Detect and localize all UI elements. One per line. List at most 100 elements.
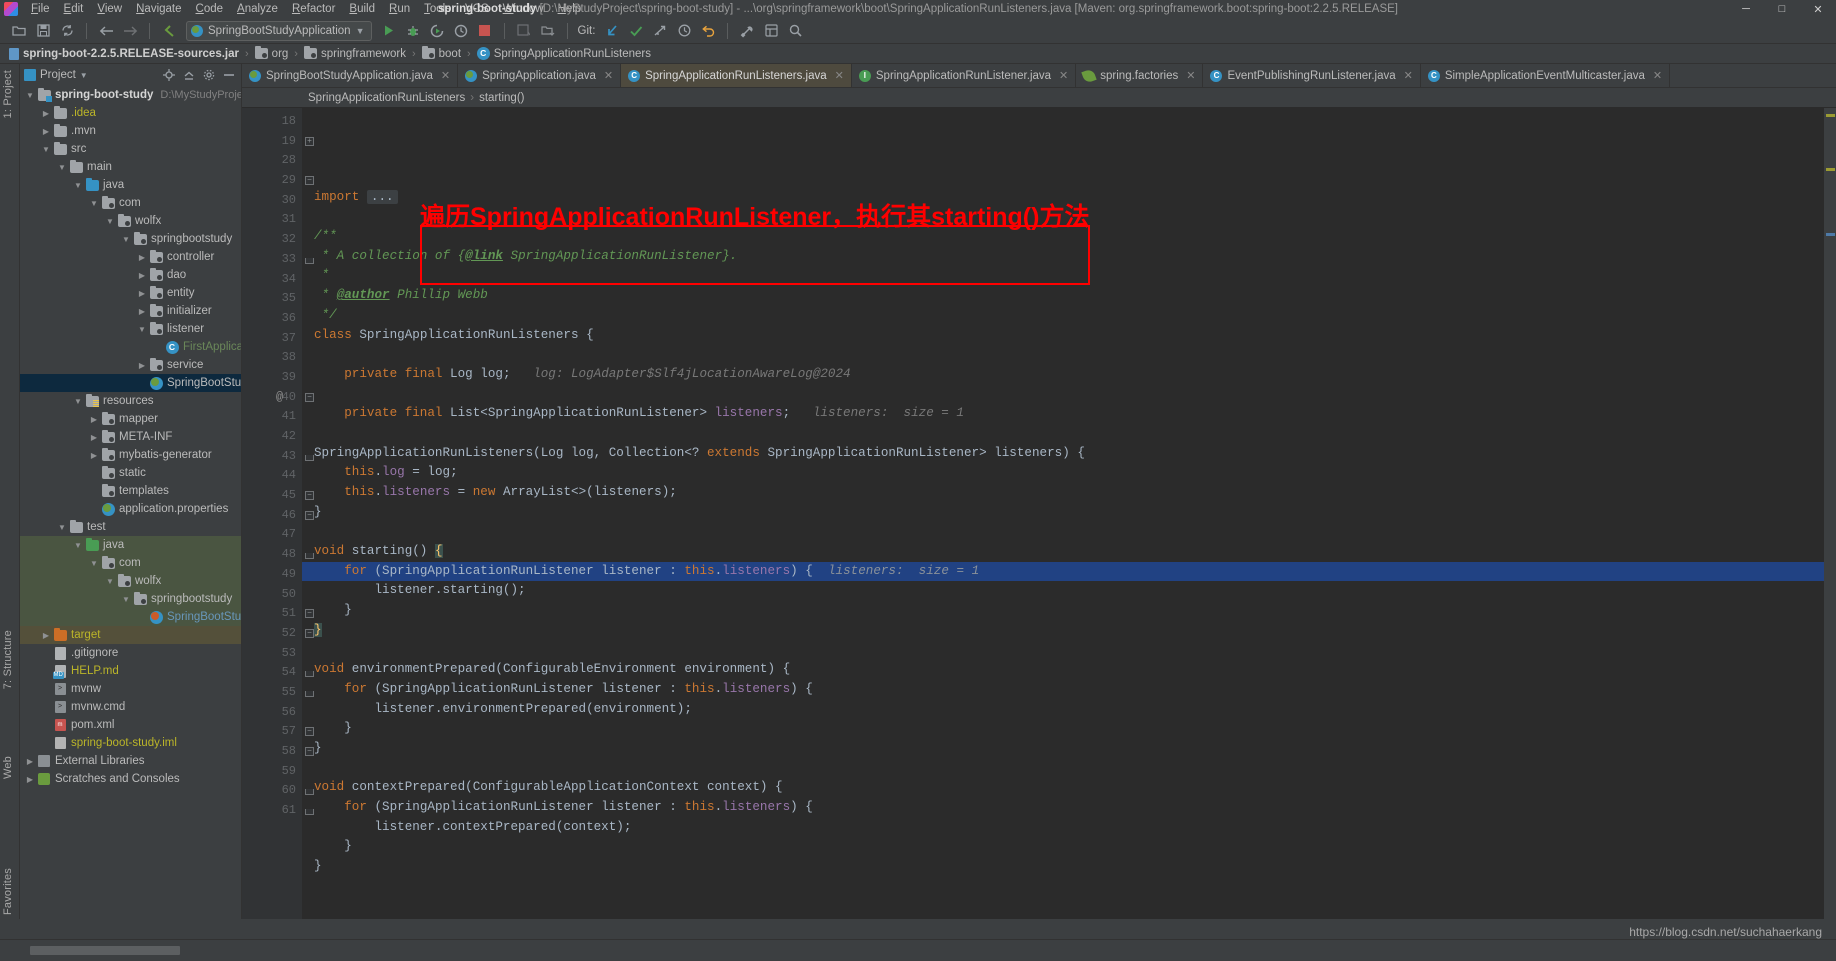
code-line[interactable]: this.log = log; [302, 463, 1824, 483]
tree-node-resources[interactable]: ▼ resources [20, 392, 241, 410]
menu-code[interactable]: Code [189, 2, 231, 16]
editor-breadcrumb[interactable]: SpringApplicationRunListeners › starting() [242, 88, 1836, 108]
project-structure-icon[interactable] [760, 20, 782, 42]
menu-build[interactable]: Build [342, 2, 382, 16]
code-editor[interactable]: 18 19 +28 29−30 31 32 33 34 35 36 37 38 39 @40−41 42 43… [242, 108, 1836, 919]
undo-icon[interactable] [158, 20, 180, 42]
locate-file-icon[interactable] [161, 67, 177, 83]
code-line[interactable]: } [302, 621, 1824, 641]
line-number[interactable]: 36 [242, 309, 302, 329]
tree-node-test[interactable]: ▼ test [20, 518, 241, 536]
close-icon[interactable]: ✕ [604, 69, 613, 82]
gear-icon[interactable] [201, 67, 217, 83]
line-number[interactable]: 18 [242, 112, 302, 132]
code-line[interactable]: void starting() { [302, 542, 1824, 562]
line-number[interactable]: 56 [242, 703, 302, 723]
tree-expand-arrow[interactable]: ▼ [72, 541, 84, 550]
breadcrumb-folder[interactable]: springframework [301, 46, 409, 61]
line-number[interactable]: 34 [242, 270, 302, 290]
editor-tab-eventpublishingrunlistener[interactable]: C EventPublishingRunListener.java ✕ [1203, 64, 1421, 87]
code-line[interactable]: listener.starting(); [302, 581, 1824, 601]
line-number[interactable]: 19 + [242, 132, 314, 152]
code-content[interactable]: 遍历SpringApplicationRunListener，执行其starti… [302, 108, 1824, 919]
line-number[interactable]: 43 [242, 447, 314, 467]
code-line[interactable]: } [302, 837, 1824, 857]
breadcrumb-class[interactable]: C SpringApplicationRunListeners [474, 46, 654, 61]
horizontal-scrollbar[interactable] [30, 946, 180, 955]
editor-tab-simpleapplicationeventmulticaster[interactable]: C SimpleApplicationEventMulticaster.java ✕ [1421, 64, 1671, 87]
menu-tools[interactable]: Tools [417, 2, 458, 16]
tree-expand-arrow[interactable]: ▼ [56, 163, 68, 172]
close-icon[interactable]: ✕ [441, 69, 450, 82]
menu-window[interactable]: Window [496, 2, 551, 16]
warning-marker[interactable] [1826, 168, 1835, 171]
tree-expand-arrow[interactable]: ▶ [40, 631, 52, 640]
tree-expand-arrow[interactable]: ▼ [88, 559, 100, 568]
breadcrumb-folder[interactable]: org [252, 46, 292, 61]
code-line[interactable]: } [302, 739, 1824, 759]
line-number[interactable]: 37 [242, 329, 302, 349]
tree-expand-arrow[interactable]: ▼ [72, 181, 84, 190]
tree-node-spring-boot-study[interactable]: ▼ spring-boot-study D:\MyStudyProject [20, 86, 241, 104]
code-line[interactable]: } [302, 503, 1824, 523]
caret-marker[interactable] [1826, 233, 1835, 236]
line-number[interactable]: 32 [242, 230, 302, 250]
tree-node-controller[interactable]: ▶ controller [20, 248, 241, 266]
tree-expand-arrow[interactable]: ▶ [88, 451, 100, 460]
tree-node-springbootstudy[interactable]: ▼ springbootstudy [20, 590, 241, 608]
error-stripe-markers[interactable] [1824, 108, 1836, 919]
back-arrow-icon[interactable] [95, 20, 117, 42]
chevron-down-icon[interactable]: ▼ [356, 26, 365, 36]
main-menu[interactable]: File Edit View Navigate Code Analyze Refactor B… [24, 2, 588, 16]
line-number[interactable]: 33 [242, 250, 314, 270]
sync-icon[interactable] [56, 20, 78, 42]
tree-expand-arrow[interactable]: ▶ [40, 127, 52, 136]
tree-expand-arrow[interactable]: ▼ [56, 523, 68, 532]
tree-expand-arrow[interactable]: ▼ [40, 145, 52, 154]
code-line[interactable]: } [302, 719, 1824, 739]
code-line[interactable]: private final Log log; log: LogAdapter$S… [302, 365, 1824, 385]
tree-node-mvnw[interactable]: > mvnw [20, 680, 241, 698]
code-line[interactable]: listener.contextPrepared(context); [302, 818, 1824, 838]
close-icon[interactable]: ✕ [1404, 69, 1413, 82]
vcs-push-icon[interactable] [649, 20, 671, 42]
tree-node-idea[interactable]: ▶ .idea [20, 104, 241, 122]
profile-button[interactable] [450, 20, 472, 42]
code-line[interactable]: for (SpringApplicationRunListener listen… [302, 680, 1824, 700]
code-line[interactable] [302, 522, 1824, 542]
save-all-icon[interactable] [32, 20, 54, 42]
line-number[interactable]: 30 [242, 191, 302, 211]
line-number[interactable]: 46− [242, 506, 314, 526]
run-configuration-selector[interactable]: SpringBootStudyApplication ▼ [186, 20, 372, 41]
editor-tab-springapplication[interactable]: SpringApplication.java ✕ [458, 64, 622, 87]
tree-node-mapper[interactable]: ▶ mapper [20, 410, 241, 428]
vcs-update-icon[interactable] [601, 20, 623, 42]
tree-expand-arrow[interactable]: ▼ [104, 217, 116, 226]
minimize-button[interactable]: ─ [1728, 0, 1764, 18]
line-number[interactable]: 28 [242, 151, 302, 171]
project-title-group[interactable]: Project ▼ [24, 69, 88, 81]
tree-node-help-md[interactable]: HELP.md [20, 662, 241, 680]
run-button[interactable] [378, 20, 400, 42]
line-number[interactable]: 51− [242, 604, 314, 624]
maximize-button[interactable]: □ [1764, 0, 1800, 18]
code-line[interactable] [302, 641, 1824, 661]
line-number[interactable]: 38 [242, 348, 302, 368]
line-number[interactable]: 52− [242, 624, 314, 644]
line-number[interactable]: 31 [242, 210, 302, 230]
open-folder-icon[interactable] [8, 20, 30, 42]
folded-imports[interactable]: ... [366, 189, 398, 204]
tree-expand-arrow[interactable]: ▼ [120, 595, 132, 604]
tree-node-com[interactable]: ▼ com [20, 194, 241, 212]
breadcrumb-jar[interactable]: spring-boot-2.2.5.RELEASE-sources.jar [6, 47, 242, 61]
tree-expand-arrow[interactable]: ▼ [136, 325, 148, 334]
collapse-all-icon[interactable] [181, 67, 197, 83]
close-icon[interactable]: ✕ [1653, 69, 1662, 82]
line-number[interactable]: 48 [242, 545, 314, 565]
line-number[interactable]: 49 [242, 565, 314, 585]
vcs-commit-icon[interactable] [625, 20, 647, 42]
close-icon[interactable]: ✕ [1186, 69, 1195, 82]
tree-node-pom-xml[interactable]: m pom.xml [20, 716, 241, 734]
tool-button-favorites[interactable]: Favorites [2, 868, 14, 915]
override-marker-icon[interactable]: @ [276, 388, 283, 408]
